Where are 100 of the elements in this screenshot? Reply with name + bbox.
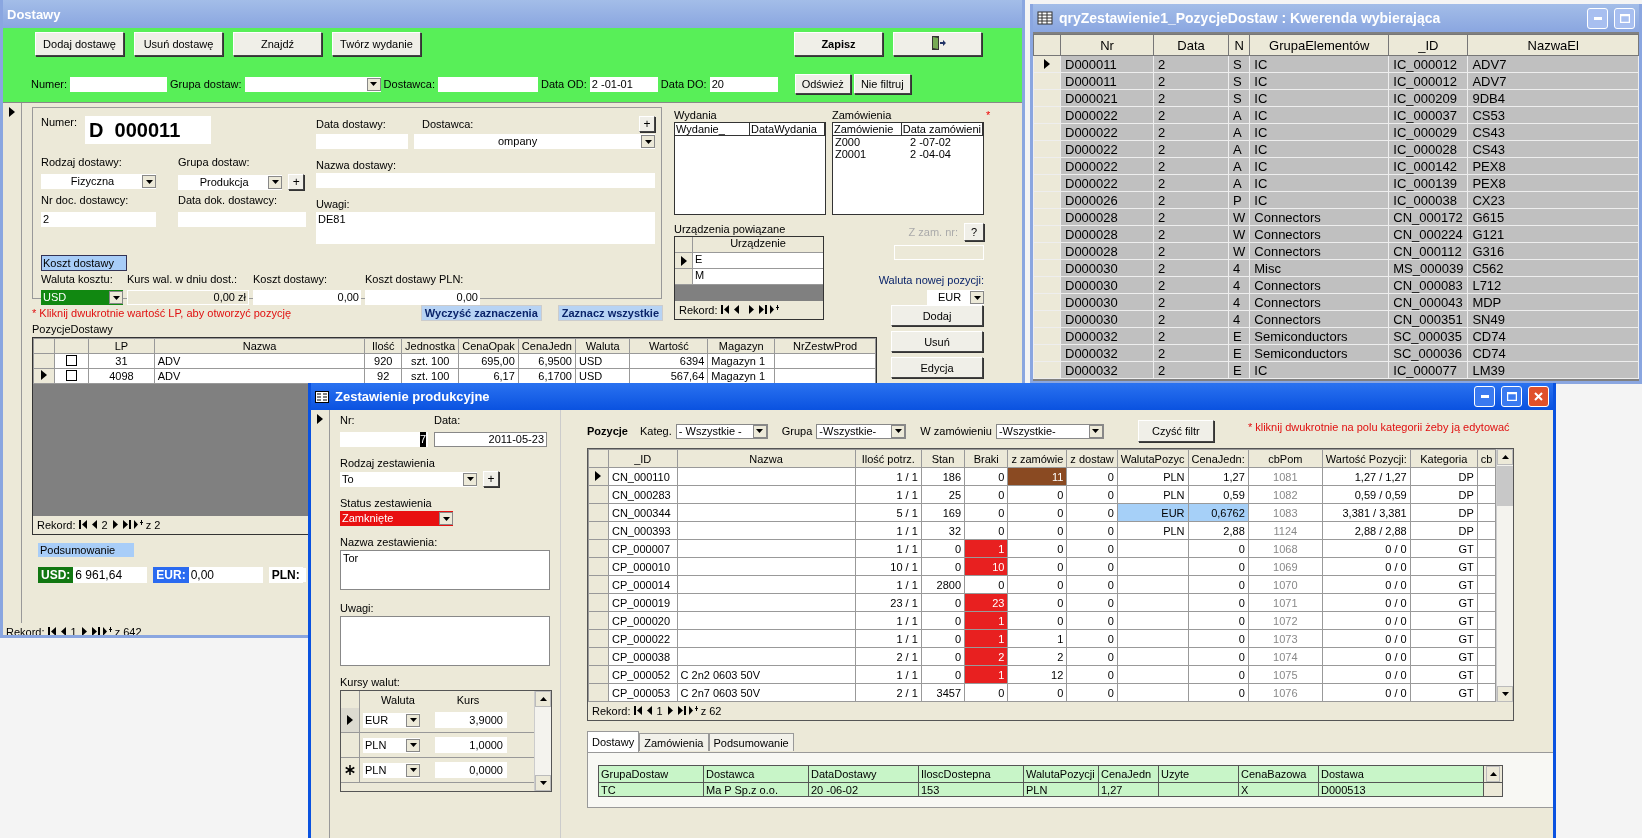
rate-field[interactable]: 0,00 zł — [127, 290, 249, 305]
dropdown-field[interactable] — [244, 76, 381, 92]
table-cell: CN_000344 — [608, 503, 677, 522]
dropdown-field[interactable]: -Wszystkie- — [995, 423, 1104, 439]
dropdown-field[interactable]: EUR — [927, 290, 984, 305]
table-cell: IC — [1249, 106, 1389, 124]
clear-filter-button[interactable]: Nie filtruj — [853, 74, 911, 94]
action-button[interactable]: Usuń — [891, 331, 983, 352]
table-cell — [1477, 647, 1496, 666]
dropdown-field[interactable]: ompany — [414, 134, 655, 149]
last-record-button[interactable] — [121, 519, 132, 531]
currency-label: USD: — [38, 567, 74, 583]
scrollbar[interactable] — [1496, 449, 1513, 702]
dropdown-field[interactable]: PLN — [363, 737, 420, 753]
table-cell: SN49 — [1467, 310, 1639, 328]
scrollbar[interactable] — [534, 691, 551, 791]
new-record-button[interactable] — [688, 705, 699, 717]
column-header: Nr — [1060, 34, 1154, 56]
input-field[interactable] — [437, 76, 538, 92]
column-header: z zamówie — [1007, 449, 1067, 468]
close-button[interactable] — [1528, 386, 1549, 407]
dropdown-field[interactable]: USD — [41, 290, 123, 305]
dropdown-field[interactable]: Fizyczna — [41, 174, 156, 189]
order-number-field[interactable] — [894, 245, 984, 260]
input-field[interactable] — [316, 173, 655, 188]
select-all-corner[interactable] — [33, 338, 55, 354]
add-button[interactable]: + — [639, 116, 655, 132]
first-record-button[interactable] — [77, 519, 88, 531]
field-label: W zamówieniu — [920, 425, 992, 437]
list-cell[interactable]: 2 -04-04 — [908, 148, 983, 160]
previous-record-button[interactable] — [644, 705, 655, 717]
table-cell: D000011 — [1060, 55, 1154, 73]
add-button[interactable]: + — [288, 174, 304, 190]
checkbox[interactable] — [65, 369, 77, 381]
dropdown-field[interactable]: - Wszystkie - — [675, 423, 768, 439]
new-record-button[interactable] — [769, 304, 780, 316]
dropdown-field[interactable]: To — [340, 471, 477, 487]
dropdown-field[interactable]: EUR — [363, 712, 420, 728]
date-field[interactable] — [178, 212, 306, 227]
number-field[interactable]: 7 — [340, 432, 428, 447]
scrollbar-thumb[interactable] — [1497, 466, 1513, 506]
cost-field[interactable]: 0,00 — [253, 290, 361, 305]
notes-field[interactable] — [340, 616, 550, 666]
row-selector[interactable] — [341, 708, 360, 732]
tab[interactable]: Zamówienia — [639, 733, 709, 751]
notes-field[interactable]: DE81 — [316, 212, 655, 244]
scroll-up-button[interactable] — [1486, 766, 1500, 782]
refresh-button[interactable]: Odśwież — [794, 74, 851, 94]
number-field[interactable]: D 000011 — [85, 116, 212, 144]
date-field[interactable]: 20 — [709, 76, 778, 92]
previous-record-button[interactable] — [58, 626, 69, 635]
help-button[interactable]: ? — [964, 223, 984, 241]
first-record-button[interactable] — [632, 705, 643, 717]
toolbar-button[interactable]: Dodaj dostawę — [35, 32, 124, 56]
maximize-button[interactable] — [1501, 386, 1522, 407]
row-selector[interactable] — [675, 253, 693, 268]
toolbar-button[interactable]: Usuń dostawę — [134, 32, 223, 56]
record-number-field[interactable]: 2 — [101, 519, 108, 531]
last-record-button[interactable] — [757, 304, 768, 316]
list-cell[interactable]: Z000 — [833, 136, 908, 148]
name-field[interactable]: Tor — [340, 550, 550, 590]
toolbar-button[interactable]: Znajdź — [233, 32, 322, 56]
table-cell: E — [1228, 327, 1250, 345]
date-field[interactable]: 2011-05-23 — [434, 432, 547, 447]
minimize-button[interactable] — [1474, 386, 1495, 407]
date-field[interactable]: 2 -01-01 — [589, 76, 658, 92]
save-button[interactable]: Zapisz — [794, 32, 883, 56]
first-record-button[interactable] — [46, 626, 57, 635]
list-cell[interactable]: Z0001 — [833, 148, 908, 160]
action-button[interactable]: Edycja — [891, 357, 983, 378]
input-field[interactable]: 2 — [41, 212, 156, 227]
date-field[interactable] — [316, 134, 408, 149]
previous-record-button[interactable] — [731, 304, 742, 316]
previous-record-button[interactable] — [89, 519, 100, 531]
dropdown-field[interactable]: -Wszystkie- — [816, 423, 907, 439]
action-button[interactable]: Dodaj — [891, 305, 983, 326]
new-record-button[interactable] — [102, 626, 113, 635]
last-record-button[interactable] — [90, 626, 101, 635]
input-field[interactable] — [70, 76, 168, 92]
new-record-button[interactable] — [133, 519, 144, 531]
tab[interactable]: Podsumowanie — [708, 733, 794, 751]
select-all-button[interactable]: Zaznacz wszystkie — [557, 305, 663, 321]
clear-selection-button[interactable]: Wyczyść zaznaczenia — [420, 305, 542, 321]
table-cell: C 2n7 0603 50V — [677, 683, 856, 702]
table-cell: CP_000038 — [608, 647, 677, 666]
tab[interactable]: Dostawy — [587, 731, 640, 752]
first-record-button[interactable] — [719, 304, 730, 316]
last-record-button[interactable] — [676, 705, 687, 717]
record-number-field[interactable]: 1 — [656, 705, 663, 717]
dropdown-field[interactable]: PLN — [363, 762, 420, 778]
table-cell: USD — [575, 353, 630, 369]
dropdown-field[interactable]: Zamknięte — [340, 511, 453, 526]
checkbox[interactable] — [65, 354, 77, 366]
toolbar-button[interactable]: Twórz wydanie — [332, 32, 421, 56]
add-button[interactable]: + — [483, 471, 499, 487]
clear-filter-button[interactable]: Czyść filtr — [1137, 420, 1214, 442]
list-cell[interactable]: 2 -07-02 — [908, 136, 983, 148]
exit-button[interactable] — [893, 32, 982, 56]
cost-field[interactable]: 0,00 — [365, 290, 480, 305]
dropdown-field[interactable]: Produkcja — [178, 174, 283, 190]
